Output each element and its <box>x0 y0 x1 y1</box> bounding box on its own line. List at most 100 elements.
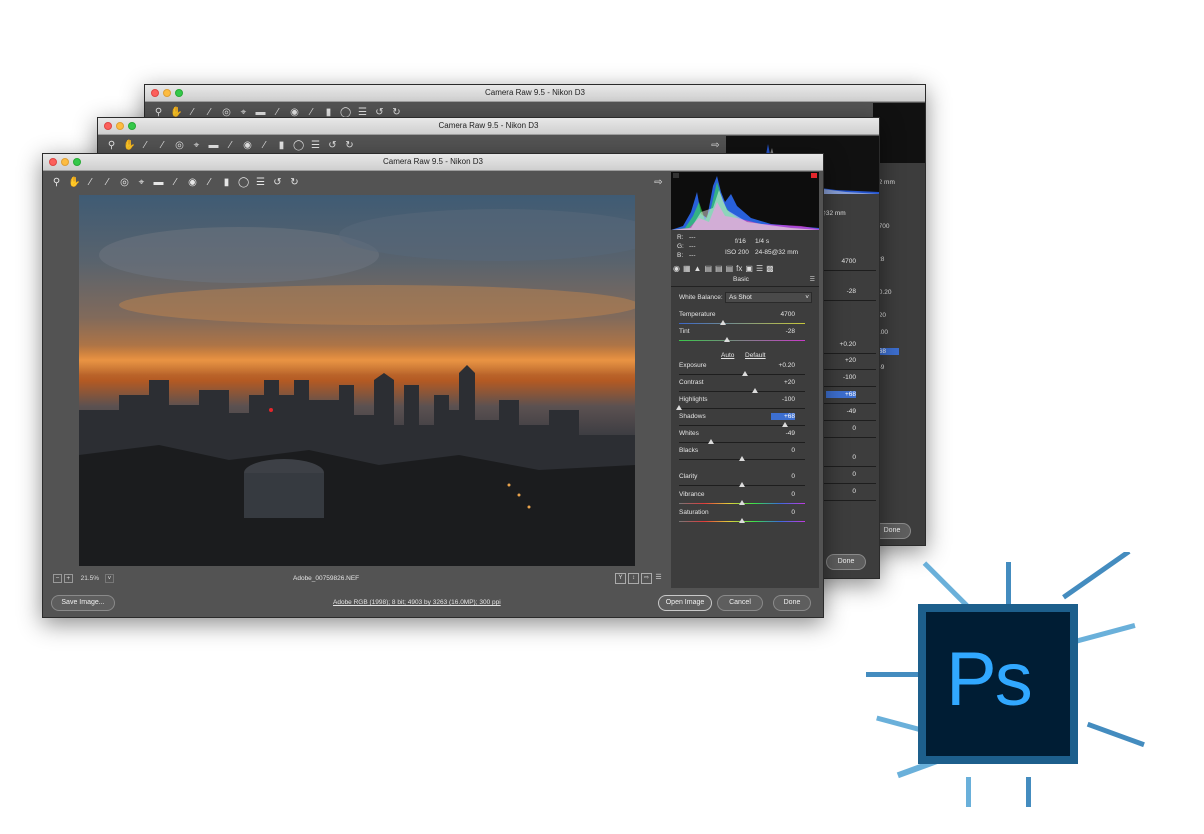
redeye-icon[interactable]: ◉ <box>242 140 253 151</box>
split-toning-tab-icon[interactable]: ▤ <box>715 264 723 273</box>
zoom-in-button[interactable]: + <box>63 574 73 583</box>
slider-value[interactable]: 0 <box>771 491 795 498</box>
graduated-filter-icon[interactable]: ▮ <box>323 107 334 118</box>
redeye-icon[interactable]: ◉ <box>187 177 198 188</box>
slider-thumb[interactable] <box>676 405 682 410</box>
slider-value[interactable]: -49 <box>771 430 795 437</box>
rotate-cw-icon[interactable]: ↻ <box>289 177 300 188</box>
before-after-icon[interactable]: Y <box>615 573 626 584</box>
presets-icon[interactable]: ☰ <box>357 107 368 118</box>
slider-value[interactable]: +0.20 <box>771 362 795 369</box>
color-sampler-icon[interactable]: ⁄ <box>102 177 113 188</box>
radial-filter-icon[interactable]: ◯ <box>238 177 249 188</box>
zoom-icon[interactable]: ⚲ <box>106 140 117 151</box>
radial-filter-icon[interactable]: ◯ <box>340 107 351 118</box>
zoom-dropdown-icon[interactable]: ˅ <box>104 574 114 583</box>
slider-track[interactable] <box>679 408 805 409</box>
straighten-icon[interactable]: ▬ <box>153 177 164 188</box>
detail-tab-icon[interactable]: ▲ <box>694 264 702 273</box>
targeted-adjust-icon[interactable]: ◎ <box>221 107 232 118</box>
hand-icon[interactable]: ✋ <box>68 177 80 188</box>
adjustment-brush-icon[interactable]: ⁄ <box>204 177 215 188</box>
white-balance-select[interactable]: As Shot ˅ <box>725 292 812 303</box>
open-image-button[interactable]: Open Image <box>658 595 712 611</box>
crop-icon[interactable]: ⌖ <box>136 177 147 188</box>
highlight-clipping-warning[interactable] <box>811 173 817 178</box>
basic-tab-icon[interactable]: ◉ <box>673 264 680 273</box>
done-button[interactable]: Done <box>773 595 811 611</box>
rotate-ccw-icon[interactable]: ↺ <box>374 107 385 118</box>
graduated-filter-icon[interactable]: ▮ <box>276 140 287 151</box>
preview-preferences-icon[interactable]: ☰ <box>654 573 663 582</box>
swap-icon[interactable]: ↕ <box>628 573 639 584</box>
zoom-icon[interactable]: ⚲ <box>51 177 62 188</box>
minimize-button[interactable] <box>163 89 171 97</box>
slider-value[interactable]: -28 <box>771 328 795 335</box>
effects-tab-icon[interactable]: fx <box>736 264 742 273</box>
cancel-button[interactable]: Cancel <box>717 595 763 611</box>
white-balance-icon[interactable]: ⁄ <box>187 107 198 118</box>
slider-thumb[interactable] <box>751 388 758 393</box>
hsl-tab-icon[interactable]: ▤ <box>704 264 712 273</box>
spot-removal-icon[interactable]: ⁄ <box>170 177 181 188</box>
camera-calibration-tab-icon[interactable]: ▣ <box>745 264 753 273</box>
slider-thumb[interactable] <box>739 518 745 523</box>
rotate-ccw-icon[interactable]: ↺ <box>327 140 338 151</box>
zoom-icon[interactable]: ⚲ <box>153 107 164 118</box>
slider-thumb[interactable] <box>739 456 745 461</box>
slider-track[interactable] <box>679 323 805 324</box>
rotate-cw-icon[interactable]: ↻ <box>344 140 355 151</box>
slider-track[interactable] <box>679 391 805 392</box>
close-button[interactable] <box>151 89 159 97</box>
white-balance-icon[interactable]: ⁄ <box>85 177 96 188</box>
white-balance-icon[interactable]: ⁄ <box>140 140 151 151</box>
hand-icon[interactable]: ✋ <box>170 107 182 118</box>
color-sampler-icon[interactable]: ⁄ <box>204 107 215 118</box>
slider-thumb[interactable] <box>723 337 730 342</box>
zoom-button[interactable] <box>175 89 183 97</box>
slider-value[interactable]: -100 <box>771 396 795 403</box>
adjustment-brush-icon[interactable]: ⁄ <box>259 140 270 151</box>
minimize-button[interactable] <box>61 158 69 166</box>
rotate-cw-icon[interactable]: ↻ <box>391 107 402 118</box>
slider-thumb[interactable] <box>739 482 745 487</box>
slider-thumb[interactable] <box>739 500 745 505</box>
crop-icon[interactable]: ⌖ <box>238 107 249 118</box>
slider-thumb[interactable] <box>720 320 727 325</box>
slider-track[interactable] <box>679 442 805 443</box>
snapshots-tab-icon[interactable]: ▩ <box>766 264 774 273</box>
spot-removal-icon[interactable]: ⁄ <box>225 140 236 151</box>
export-icon[interactable]: ⇨ <box>653 177 664 188</box>
photo-preview[interactable] <box>79 195 635 566</box>
slider-value[interactable]: 0 <box>771 509 795 516</box>
slider-value[interactable]: 0 <box>771 473 795 480</box>
minimize-button[interactable] <box>116 122 124 130</box>
redeye-icon[interactable]: ◉ <box>289 107 300 118</box>
close-button[interactable] <box>104 122 112 130</box>
auto-link[interactable]: Auto <box>721 352 734 359</box>
slider-value[interactable]: 0 <box>771 447 795 454</box>
close-button[interactable] <box>49 158 57 166</box>
presets-icon[interactable]: ☰ <box>255 177 266 188</box>
hand-icon[interactable]: ✋ <box>123 140 135 151</box>
slider-value[interactable]: 4700 <box>771 311 795 318</box>
zoom-button[interactable] <box>73 158 81 166</box>
presets-tab-icon[interactable]: ☰ <box>756 264 763 273</box>
color-sampler-icon[interactable]: ⁄ <box>157 140 168 151</box>
spot-removal-icon[interactable]: ⁄ <box>272 107 283 118</box>
default-link[interactable]: Default <box>745 352 766 359</box>
save-image-button[interactable]: Save Image... <box>51 595 115 611</box>
tone-curve-tab-icon[interactable]: ▦ <box>683 264 691 273</box>
adjustment-brush-icon[interactable]: ⁄ <box>306 107 317 118</box>
slider-value[interactable]: +20 <box>771 379 795 386</box>
crop-icon[interactable]: ⌖ <box>191 140 202 151</box>
slider-thumb[interactable] <box>781 422 788 427</box>
slider-thumb[interactable] <box>707 439 714 444</box>
shadow-clipping-warning[interactable] <box>673 173 679 178</box>
slider-track[interactable] <box>679 340 805 341</box>
zoom-out-button[interactable]: − <box>53 574 62 583</box>
straighten-icon[interactable]: ▬ <box>255 107 266 118</box>
targeted-adjust-icon[interactable]: ◎ <box>174 140 185 151</box>
presets-icon[interactable]: ☰ <box>310 140 321 151</box>
copy-settings-icon[interactable]: ⇨ <box>641 573 652 584</box>
